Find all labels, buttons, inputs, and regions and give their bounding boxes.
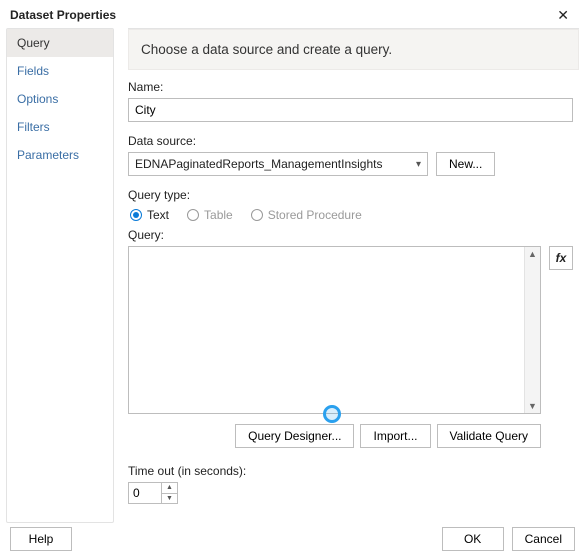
datasource-select[interactable]: EDNAPaginatedReports_ManagementInsights …: [128, 152, 428, 176]
query-actions: Query Designer... Import... Validate Que…: [128, 424, 573, 448]
radio-icon: [251, 209, 263, 221]
sidebar-item-label: Options: [17, 92, 58, 106]
name-input[interactable]: [128, 98, 573, 122]
spinner-up-icon[interactable]: ▲: [162, 483, 177, 493]
fx-icon: fx: [556, 251, 567, 265]
panel-content: Name: Data source: EDNAPaginatedReports_…: [128, 70, 579, 504]
scroll-up-icon[interactable]: ▲: [528, 249, 537, 259]
timeout-input[interactable]: [129, 483, 161, 503]
timeout-spinner[interactable]: ▲ ▼: [128, 482, 178, 504]
sidebar-item-label: Parameters: [17, 148, 79, 162]
name-section: Name:: [128, 80, 573, 122]
scroll-down-icon[interactable]: ▼: [528, 401, 537, 411]
name-label: Name:: [128, 80, 573, 94]
sidebar-item-options[interactable]: Options: [7, 85, 113, 113]
panel-header: Choose a data source and create a query.: [128, 29, 579, 70]
spinner-down-icon[interactable]: ▼: [162, 493, 177, 504]
dialog-footer: Help OK Cancel: [0, 523, 585, 557]
querytype-section: Query type: Text Table Stored Procedure: [128, 188, 573, 222]
query-label: Query:: [128, 228, 573, 242]
timeout-label: Time out (in seconds):: [128, 464, 573, 478]
radio-icon: [187, 209, 199, 221]
validate-query-button[interactable]: Validate Query: [437, 424, 542, 448]
main-panel: Choose a data source and create a query.…: [128, 28, 579, 523]
sidebar-item-label: Query: [17, 36, 50, 50]
radio-label: Stored Procedure: [268, 208, 362, 222]
sidebar-item-filters[interactable]: Filters: [7, 113, 113, 141]
ok-button[interactable]: OK: [442, 527, 504, 551]
radio-icon: [130, 209, 142, 221]
new-datasource-button[interactable]: New...: [436, 152, 495, 176]
radio-label: Table: [204, 208, 233, 222]
import-button[interactable]: Import...: [360, 424, 430, 448]
querytype-radio-storedproc[interactable]: Stored Procedure: [251, 208, 362, 222]
help-button[interactable]: Help: [10, 527, 72, 551]
datasource-label: Data source:: [128, 134, 573, 148]
querytype-radio-table[interactable]: Table: [187, 208, 233, 222]
datasource-value: EDNAPaginatedReports_ManagementInsights: [135, 157, 382, 171]
query-section: Query: ▲ ▼ fx Query Design: [128, 228, 573, 448]
sidebar-item-fields[interactable]: Fields: [7, 57, 113, 85]
sidebar-item-label: Filters: [17, 120, 50, 134]
query-designer-button[interactable]: Query Designer...: [235, 424, 354, 448]
cancel-button[interactable]: Cancel: [512, 527, 575, 551]
radio-label: Text: [147, 208, 169, 222]
title-bar: Dataset Properties ✕: [0, 0, 585, 28]
datasource-section: Data source: EDNAPaginatedReports_Manage…: [128, 134, 573, 176]
scrollbar[interactable]: ▲ ▼: [524, 247, 540, 413]
chevron-down-icon: ▾: [416, 159, 421, 170]
close-icon[interactable]: ✕: [551, 6, 575, 24]
timeout-section: Time out (in seconds): ▲ ▼: [128, 464, 573, 504]
querytype-label: Query type:: [128, 188, 573, 202]
query-textarea[interactable]: [129, 247, 524, 413]
dialog-body: Query Fields Options Filters Parameters …: [0, 28, 585, 523]
sidebar: Query Fields Options Filters Parameters: [6, 28, 114, 523]
expression-button[interactable]: fx: [549, 246, 573, 270]
window-title: Dataset Properties: [10, 8, 116, 22]
sidebar-item-query[interactable]: Query: [7, 29, 113, 57]
querytype-radio-text[interactable]: Text: [130, 208, 169, 222]
query-textarea-container: ▲ ▼: [128, 246, 541, 414]
sidebar-item-label: Fields: [17, 64, 49, 78]
sidebar-item-parameters[interactable]: Parameters: [7, 141, 113, 169]
